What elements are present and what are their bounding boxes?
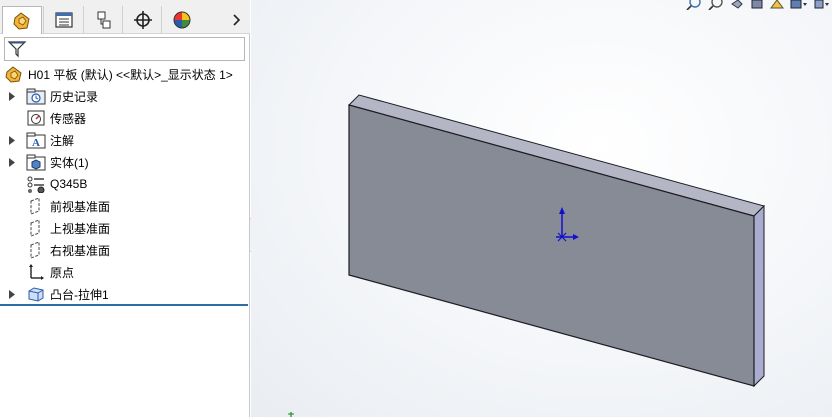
solid-bodies-icon — [26, 153, 46, 171]
filter-icon — [7, 41, 27, 58]
graphics-area[interactable] — [251, 0, 832, 417]
rollback-bar[interactable] — [0, 304, 248, 306]
feature-manager-icon — [13, 11, 30, 30]
dimxpert-icon — [133, 11, 152, 29]
tree-item[interactable]: 实体(1) — [0, 151, 248, 173]
plane-icon — [26, 197, 46, 215]
plate-front-face[interactable] — [348, 104, 755, 387]
tree-item-label: 实体(1) — [50, 155, 89, 170]
panel-tabs — [0, 0, 250, 34]
tree-item-label: 原点 — [50, 265, 75, 280]
tree-item-label: 传感器 — [50, 111, 87, 126]
display-manager-icon — [173, 11, 190, 29]
part-icon — [5, 66, 22, 83]
tree-item[interactable]: 传感器 — [0, 107, 248, 129]
plane-icon — [26, 219, 46, 237]
sensor-icon — [26, 109, 46, 127]
plate-side-face — [753, 204, 765, 388]
tree-filter-input[interactable] — [4, 37, 245, 61]
property-manager-tab[interactable] — [43, 6, 83, 34]
expand-arrow-icon[interactable] — [8, 289, 16, 299]
plane-icon — [26, 241, 46, 259]
tree-item[interactable]: Q345B — [0, 173, 248, 195]
tree-item-label: Q345B — [50, 177, 88, 191]
dimxpert-tab[interactable] — [122, 6, 162, 34]
tree-item-label: 上视基准面 — [50, 221, 111, 236]
origin-icon — [26, 263, 46, 281]
tabs-more-button[interactable] — [230, 10, 244, 30]
tree-item-label: 前视基准面 — [50, 199, 111, 214]
expand-arrow-icon[interactable] — [8, 91, 16, 101]
expand-arrow-icon[interactable] — [8, 135, 16, 145]
feature-manager-panel: H01 平板 (默认) <<默认>_显示状态 1> 历史记录传感器 A 注解实体(1… — [0, 0, 250, 417]
tree-item[interactable]: A 注解 — [0, 129, 248, 151]
svg-text:A: A — [32, 137, 40, 149]
history-icon — [26, 87, 46, 105]
feature-manager-tab[interactable] — [2, 6, 42, 34]
configuration-manager-tab[interactable] — [83, 6, 123, 34]
configuration-manager-icon — [97, 11, 110, 29]
tree-item[interactable]: 凸台-拉伸1 — [0, 283, 248, 305]
tree-item[interactable]: 原点 — [0, 261, 248, 283]
model-canvas — [288, 94, 765, 417]
display-manager-tab[interactable] — [161, 6, 201, 34]
tree-item[interactable]: 前视基准面 — [0, 195, 248, 217]
tree-item-label: 注解 — [50, 133, 75, 148]
expand-arrow-icon[interactable] — [8, 157, 16, 167]
tree-item-label: 凸台-拉伸1 — [50, 287, 109, 302]
boss-extrude-icon — [26, 285, 46, 303]
tree-item-label: 右视基准面 — [50, 243, 111, 258]
tree-root-part[interactable]: H01 平板 (默认) <<默认>_显示状态 1> — [4, 64, 233, 84]
part-name-label: H01 平板 (默认) <<默认>_显示状态 1> — [28, 67, 233, 82]
tree-item[interactable]: 上视基准面 — [0, 217, 248, 239]
chevron-right-icon — [233, 14, 241, 26]
material-icon — [26, 175, 46, 193]
tree-item-label: 历史记录 — [50, 89, 99, 104]
property-manager-icon — [54, 12, 73, 28]
tree-item[interactable]: 右视基准面 — [0, 239, 248, 261]
annotation-icon: A — [26, 131, 46, 149]
tree-item[interactable]: 历史记录 — [0, 85, 248, 107]
bottom-triad-icon — [288, 412, 294, 417]
